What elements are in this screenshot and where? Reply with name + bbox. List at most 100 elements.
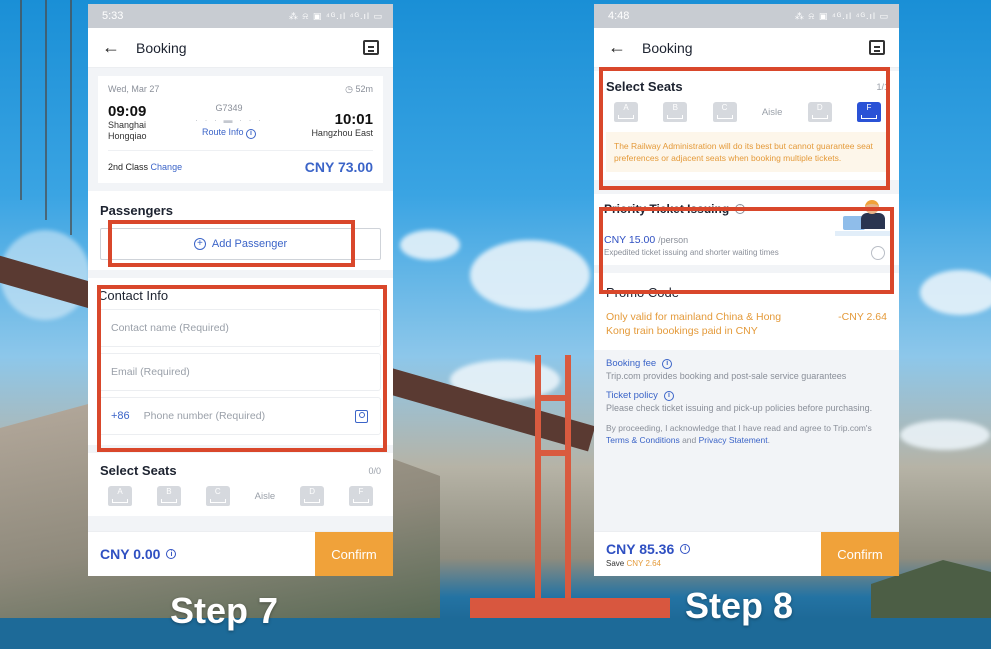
seat-map: A B C Aisle D F [100,486,381,506]
phone-screen-step8: 4:48 ⁂ ⍾ ▣ ⁴ᴳ.ıl ⁴ᴳ.ıl ▭ ← Booking Selec… [594,4,899,576]
arrive-time: 10:01 [334,111,373,128]
ship [470,598,670,620]
booking-fee-link[interactable]: Booking fee i [606,358,887,370]
aisle-label: Aisle [254,490,276,502]
total-price: CNY 85.36 i Save CNY 2.64 [594,532,821,576]
ticket-price: CNY 73.00 [304,159,373,175]
status-icons: ⁂ ⍾ ▣ ⁴ᴳ.ıl ⁴ᴳ.ıl ▭ [794,10,889,21]
departure: 09:09 Shanghai Hongqiao [108,103,147,142]
booking-fee-label: Booking fee [606,358,657,369]
passengers-section: Passengers + Add Passenger [88,191,393,270]
seat-f[interactable]: F [348,486,373,506]
status-bar: 5:33 ⁂ ⍾ ▣ ⁴ᴳ.ıl ⁴ᴳ.ıl ▭ [88,4,393,28]
ticket-policy-label: Ticket policy [606,390,658,401]
info-icon: i [246,128,256,139]
seat-b[interactable]: B [156,486,181,506]
trip-date: Wed, Mar 27 [108,84,160,94]
contact-book-icon[interactable] [355,409,368,423]
contact-info-title: Contact Info [98,288,169,303]
email-placeholder: Email (Required) [111,366,190,378]
route-info-link[interactable]: Route Info i [195,127,263,139]
seat-d[interactable]: D [807,102,832,122]
bridge-tower [535,355,571,615]
country-code[interactable]: +86 [111,410,130,422]
contact-name-placeholder: Contact name (Required) [111,322,229,334]
seat-map: A B C Aisle D F [606,102,889,122]
status-time: 5:33 [102,10,124,22]
phone-placeholder: Phone number (Required) [143,410,266,422]
select-seats-section: Select Seats 1/1 A B C Aisle D F The Rai… [594,71,899,180]
phone-screen-step7: 5:33 ⁂ ⍾ ▣ ⁴ᴳ.ıl ⁴ᴳ.ıl ▭ ← Booking Wed, … [88,4,393,576]
agent-illustration [835,200,893,236]
agreement-and: and [682,435,697,445]
depart-station-line1: Shanghai [108,120,147,130]
email-field[interactable]: Email (Required) [98,353,381,391]
seat-notice: The Railway Administration will do its b… [606,132,889,172]
promo-title: Promo Code [606,285,679,300]
info-icon[interactable]: i [166,549,177,559]
cloud [900,420,990,450]
seat-f-selected[interactable]: F [857,102,881,122]
seat-c[interactable]: C [205,486,230,506]
info-icon: i [663,391,674,401]
bottom-bar: CNY 0.00 i Confirm [88,531,393,576]
total-amount: CNY 0.00 [100,546,161,562]
arrow-left-icon[interactable]: ← [608,37,642,58]
promo-code-section[interactable]: Promo Code Only valid for mainland China… [594,273,899,350]
priority-unit: /person [658,235,689,245]
bottom-bar: CNY 85.36 i Save CNY 2.64 Confirm [594,531,899,576]
fees-section: Booking fee i Trip.com provides booking a… [594,350,899,462]
confirm-button[interactable]: Confirm [315,532,393,576]
seat-b[interactable]: B [663,102,688,122]
status-bar: 4:48 ⁂ ⍾ ▣ ⁴ᴳ.ıl ⁴ᴳ.ıl ▭ [594,4,899,28]
seat-class-label: 2nd Class [108,162,149,172]
confirm-button[interactable]: Confirm [821,532,899,576]
cloud [400,230,460,260]
train-icon: · · · ▬ · · · [194,115,263,125]
select-seats-title: Select Seats [606,79,683,94]
select-seats-title: Select Seats [100,463,177,478]
priority-radio[interactable] [871,246,885,260]
plus-circle-icon: + [193,238,206,250]
seats-count: 0/0 [368,465,381,476]
terms-link[interactable]: Terms & Conditions [606,435,680,445]
arrive-station: Hangzhou East [311,128,373,138]
bridge-cable [45,0,47,220]
info-icon[interactable]: i [680,543,691,554]
step8-label: Step 8 [685,585,794,626]
cloud [470,240,590,310]
calendar-icon[interactable] [869,40,885,55]
promo-text: Only valid for mainland China & Hong Kon… [606,311,782,337]
priority-title: Priority Ticket Issuing [604,202,730,216]
agreement-text: By proceeding, I acknowledge that I have… [606,422,887,446]
arrow-left-icon[interactable]: ← [102,37,136,58]
savings: Save CNY 2.64 [606,559,821,568]
bridge-cable [70,0,72,235]
priority-ticket-section[interactable]: Priority Ticket Issuing i CNY 15.00 /per… [594,194,899,265]
change-class-link[interactable]: Change [151,162,183,172]
contact-name-field[interactable]: Contact name (Required) [98,309,381,347]
seat-class: 2nd Class Change [108,162,182,172]
passengers-title: Passengers [100,203,173,218]
info-icon: i [662,359,673,369]
add-passenger-button[interactable]: + Add Passenger [100,228,381,260]
seat-c[interactable]: C [712,102,737,122]
depart-time: 09:09 [108,103,147,120]
aisle-label: Aisle [761,106,783,118]
booking-fee-desc: Trip.com provides booking and post-sale … [606,371,847,381]
status-time: 4:48 [608,10,630,22]
step7-label: Step 7 [170,590,279,631]
phone-field[interactable]: +86 Phone number (Required) [98,397,381,435]
save-label: Save [606,558,625,568]
calendar-icon[interactable] [363,40,379,55]
seat-a[interactable]: A [108,486,132,506]
total-amount: CNY 85.36 [606,540,675,557]
seat-d[interactable]: D [300,486,325,506]
info-icon[interactable]: i [735,204,746,214]
seat-a[interactable]: A [614,102,638,122]
train-number: G7349 [215,103,243,113]
trip-duration: ◷ 52m [345,84,373,95]
privacy-link[interactable]: Privacy Statement [699,435,768,445]
depart-station-line2: Hongqiao [108,131,147,141]
ticket-policy-link[interactable]: Ticket policy i [606,390,887,402]
